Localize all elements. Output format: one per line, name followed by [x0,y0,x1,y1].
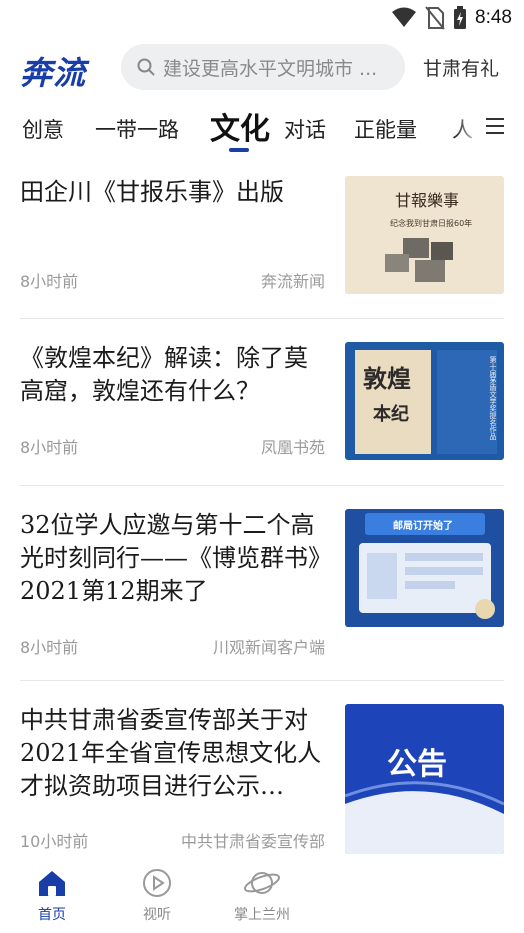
planet-icon [243,872,281,894]
nav-home[interactable]: 首页 [12,868,92,924]
news-time: 10小时前 [20,832,89,851]
divider [20,680,504,681]
news-item[interactable]: 32位学人应邀与第十二个高光时刻同行——《博览群书》2021第12期来了 8小时… [20,509,504,657]
tab-zhengnengliang[interactable]: 正能量 [354,114,417,144]
tab-chuangyi[interactable]: 创意 [22,114,64,144]
tab-yidaiyilu[interactable]: 一带一路 [95,114,179,144]
news-thumbnail[interactable]: 邮局订开始了 [345,509,504,627]
thumb-subtitle: 纪念我到甘肃日报60年 [390,218,472,228]
category-tabs: 创意 一带一路 文化 对话 正能量 人 [0,102,524,154]
thumb-title: 敦煌 [363,364,411,393]
news-thumbnail[interactable]: 公告 [345,704,504,854]
header-link-gansu-youli[interactable]: 甘肃有礼 [423,54,499,81]
search-bar[interactable]: 建设更高水平文明城市 ... [121,44,405,90]
nav-label: 掌上兰州 [234,907,290,923]
news-meta: 8小时前 川观新闻客户端 [20,634,325,658]
wifi-icon [392,7,417,27]
thumb-title: 邮局订开始了 [393,519,453,532]
home-icon [39,871,65,896]
news-item[interactable]: 田企川《甘报乐事》出版 8小时前 奔流新闻 甘報樂事 纪念我到甘肃日报60年 [20,176,504,298]
no-sim-icon [425,6,445,30]
thumb-subtitle: 本纪 [373,403,409,425]
status-icons: 8:48 [391,6,512,30]
search-placeholder: 建设更高水平文明城市 ... [163,57,378,80]
news-time: 8小时前 [20,272,79,291]
status-bar: 8:48 [0,0,524,36]
divider [20,485,504,486]
nav-label: 视听 [143,907,171,923]
thumb-title: 甘報樂事 [395,191,459,210]
tab-duihua[interactable]: 对话 [284,114,326,144]
news-source: 中共甘肃省委宣传部 [180,832,325,851]
nav-lanzhou[interactable]: 掌上兰州 [222,868,302,924]
battery-charging-icon [454,6,467,29]
thumb-caption: 第十届茅盾文学奖提名作品 [489,355,497,441]
news-meta: 8小时前 凤凰书苑 [20,434,325,458]
tab-wenhua[interactable]: 文化 [210,104,270,148]
news-thumbnail[interactable]: 甘報樂事 纪念我到甘肃日报60年 [345,176,504,294]
app-logo[interactable]: 奔流 [20,48,86,94]
news-title[interactable]: 田企川《甘报乐事》出版 [20,176,325,209]
news-thumbnail[interactable]: 敦煌 本纪 第十届茅盾文学奖提名作品 [345,342,504,460]
thumb-title: 公告 [387,747,447,782]
divider [20,318,504,319]
news-title[interactable]: 中共甘肃省委宣传部关于对2021年全省宣传思想文化人才拟资助项目进行公示… [20,704,325,803]
news-title[interactable]: 32位学人应邀与第十二个高光时刻同行——《博览群书》2021第12期来了 [20,509,325,608]
news-item[interactable]: 中共甘肃省委宣传部关于对2021年全省宣传思想文化人才拟资助项目进行公示… 10… [20,704,504,860]
status-time: 8:48 [475,7,512,28]
news-source: 川观新闻客户端 [212,638,325,657]
search-icon [137,58,155,76]
active-tab-indicator [229,148,249,152]
news-title[interactable]: 《敦煌本纪》解读：除了莫高窟，敦煌还有什么？ [20,342,325,408]
news-time: 8小时前 [20,638,79,657]
news-meta: 8小时前 奔流新闻 [20,268,325,292]
news-time: 8小时前 [20,438,79,457]
news-source: 奔流新闻 [260,272,325,291]
menu-icon[interactable] [484,116,506,136]
tab-fade [454,102,484,154]
news-source: 凤凰书苑 [260,438,325,457]
app-header: 奔流 建设更高水平文明城市 ... 甘肃有礼 [0,40,524,96]
nav-label: 首页 [38,907,66,923]
bottom-nav: 首页 视听 掌上兰州 [0,860,524,933]
play-circle-icon [143,869,171,897]
news-meta: 10小时前 中共甘肃省委宣传部 [20,828,325,852]
nav-video[interactable]: 视听 [117,868,197,924]
news-item[interactable]: 《敦煌本纪》解读：除了莫高窟，敦煌还有什么？ 8小时前 凤凰书苑 敦煌 本纪 第… [20,342,504,464]
